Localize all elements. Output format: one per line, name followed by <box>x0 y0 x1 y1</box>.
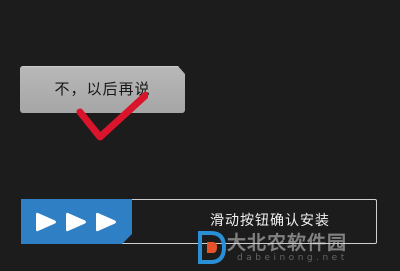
install-prompt-screen: 不，以后再说 滑动按钮确认安装 大北农软件园 dabeinong.net <box>0 0 400 271</box>
slide-to-install-label: 滑动按钮确认安装 <box>210 213 330 229</box>
later-button-label: 不，以后再说 <box>54 80 151 98</box>
play-arrows-icon <box>36 212 116 232</box>
not-now-later-button[interactable]: 不，以后再说 <box>20 66 185 113</box>
watermark-url: dabeinong.net <box>237 253 348 263</box>
